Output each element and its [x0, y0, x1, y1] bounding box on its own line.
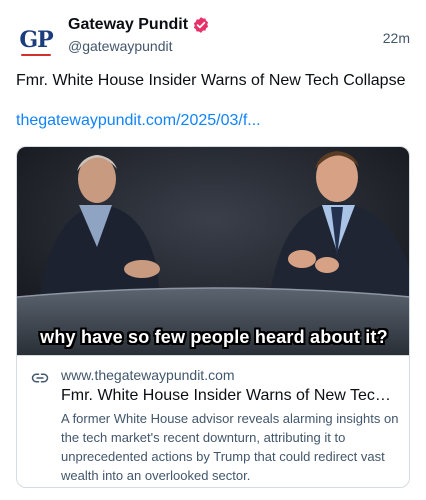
avatar[interactable]: GP	[16, 20, 56, 60]
avatar-logo: GP	[19, 27, 54, 56]
post-timestamp[interactable]: 22m	[383, 30, 410, 46]
post-link[interactable]: thegatewaypundit.com/2025/03/f...	[16, 111, 410, 131]
verified-badge-icon[interactable]	[192, 16, 210, 34]
link-icon	[31, 369, 49, 387]
author-display-name[interactable]: Gateway Pundit	[68, 16, 188, 34]
post-header: GP Gateway Pundit @gatewaypundit 22m	[16, 14, 410, 58]
post-text: Fmr. White House Insider Warns of New Te…	[16, 72, 406, 89]
embed-thumbnail[interactable]: why have so few people heard about it?	[17, 147, 409, 355]
embed-title: Fmr. White House Insider Warns of New Te…	[61, 387, 399, 404]
thumbnail-caption: why have so few people heard about it?	[40, 327, 388, 347]
author-handle[interactable]: @gatewaypundit	[68, 38, 210, 54]
link-embed-card[interactable]: why have so few people heard about it? w…	[16, 146, 410, 488]
embed-meta[interactable]: www.thegatewaypundit.com Fmr. White Hous…	[17, 355, 409, 487]
author-block: Gateway Pundit @gatewaypundit	[68, 14, 210, 54]
embed-description: A former White House advisor reveals ala…	[61, 411, 399, 483]
embed-domain: www.thegatewaypundit.com	[61, 367, 235, 383]
